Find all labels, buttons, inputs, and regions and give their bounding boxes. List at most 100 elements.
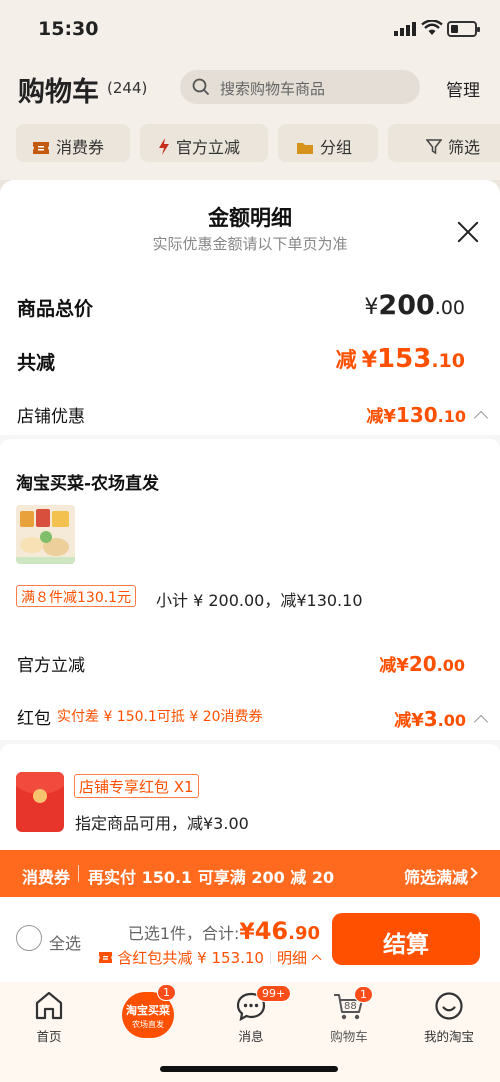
coupon-bar-action[interactable]: 筛选满减	[404, 864, 468, 888]
coupon-bar-divider	[78, 865, 79, 882]
filter-coupon[interactable]: 消费券	[16, 124, 130, 162]
checkout-button[interactable]: 结算	[332, 913, 480, 965]
chevron-right-icon	[466, 867, 478, 879]
official-currency: ¥	[396, 655, 409, 676]
manage-button[interactable]: 管理	[446, 76, 480, 101]
store-discount-currency: ¥	[383, 406, 396, 427]
tab-my-taobao-label: 我的淘宝	[423, 1029, 474, 1044]
shop-card: 淘宝买菜-农场直发 满８件减130.1元 小计 ¥ 200.00，减¥130.1…	[0, 439, 500, 633]
total-price-label: 商品总价	[17, 298, 94, 320]
amount-currency: ¥	[239, 920, 255, 945]
coupon-bar-message: 再实付 150.1 可享满 200 减 20	[88, 868, 335, 887]
filter-coupon-label: 消费券	[56, 138, 105, 157]
chevron-up-icon	[311, 954, 322, 965]
tab-home[interactable]: 首页	[4, 990, 94, 1045]
folder-icon	[297, 143, 313, 154]
tab-messages-label: 消息	[238, 1029, 264, 1044]
store-discount-toggle[interactable]: 减¥130.10	[366, 402, 489, 427]
total-integer: 200	[378, 290, 435, 321]
selected-summary: 已选1件，合计:¥46.90	[128, 917, 320, 945]
discount-currency: ¥	[361, 348, 378, 373]
select-all-label[interactable]: 全选	[49, 930, 81, 954]
sheet-subtitle: 实际优惠金额请以下单页为准	[152, 235, 348, 253]
battery-icon	[447, 21, 480, 37]
center-logo-line2: 农场直发	[132, 1020, 164, 1029]
filter-group[interactable]: 分组	[278, 124, 378, 162]
coupon-bar[interactable]: 消费券 再实付 150.1 可享满 200 减 20 筛选满减	[0, 850, 500, 897]
chevron-up-icon	[473, 410, 489, 426]
filter-filter-label: 筛选	[448, 138, 481, 157]
home-indicator	[160, 1066, 338, 1072]
selected-count-text: 已选1件，合计:	[127, 924, 240, 943]
signal-icon	[394, 22, 416, 36]
redpack-toggle[interactable]: 减¥3.00	[394, 706, 489, 731]
search-icon	[192, 78, 210, 96]
status-time: 15:30	[38, 18, 99, 40]
home-icon	[35, 991, 63, 1020]
center-logo-line1: 淘宝买菜	[126, 1004, 170, 1017]
wifi-icon	[421, 20, 443, 35]
sheet-title: 金额明细	[208, 206, 292, 230]
store-discount-prefix: 减	[366, 407, 384, 427]
store-discount-decimal: .10	[437, 407, 466, 426]
discount-decimal: .10	[431, 350, 465, 372]
redpack-label: 红包	[17, 709, 51, 729]
tab-home-label: 首页	[36, 1029, 62, 1044]
messages-badge: 99+	[256, 985, 292, 1002]
product-thumbnail[interactable]	[16, 505, 75, 564]
tab-cart[interactable]: 88 购物车	[304, 990, 394, 1045]
official-discount-label: 官方立减	[17, 656, 85, 676]
tab-my-taobao[interactable]: 我的淘宝	[404, 990, 494, 1045]
amount-decimal: .90	[288, 923, 320, 944]
redpack-summary[interactable]: 含红包共减 ¥ 153.10 明细	[98, 947, 322, 968]
official-decimal: .00	[436, 656, 465, 675]
redpack-decimal: .00	[437, 711, 466, 730]
subtotal-text: 小计 ¥ 200.00，减¥130.10	[156, 591, 363, 610]
red-packet-icon	[16, 772, 64, 832]
discount-integer: 153	[377, 344, 432, 374]
chevron-up-icon	[473, 714, 489, 730]
promo-tag: 满８件减130.1元	[16, 585, 137, 607]
cart-badge: 1	[354, 986, 373, 1003]
store-discount-details: 淘宝买菜-农场直发 满８件减130.1元 小计 ¥ 200.00，减¥130.1…	[0, 435, 500, 633]
redpack-description: 指定商品可用，减¥3.00	[75, 814, 249, 833]
filter-official-discount[interactable]: 官方立减	[140, 124, 268, 162]
filter-group-label: 分组	[320, 138, 353, 157]
filter-filter[interactable]: 筛选	[388, 124, 500, 162]
store-discount-label: 店铺优惠	[17, 407, 85, 427]
search-placeholder: 搜索购物车商品	[220, 80, 326, 98]
official-integer: 20	[408, 652, 437, 676]
checkout-bar: 全选 已选1件，合计:¥46.90 含红包共减 ¥ 153.10 明细 结算	[0, 897, 500, 982]
search-input[interactable]: 搜索购物车商品	[180, 70, 420, 104]
cart-icon-number: 88	[344, 1001, 357, 1012]
close-icon[interactable]	[456, 220, 480, 244]
total-price-value: ¥200.00	[364, 290, 465, 321]
tab-cart-label: 购物车	[330, 1029, 368, 1044]
official-prefix: 减	[379, 656, 397, 676]
status-bar: 15:30	[0, 0, 500, 60]
detail-link[interactable]: 明细	[277, 949, 307, 967]
redpack-details: 店铺专享红包 X1 指定商品可用，减¥3.00	[0, 740, 500, 860]
page-title: 购物车	[18, 77, 99, 108]
official-discount-value: 减¥20.00	[379, 651, 465, 676]
redpack-currency: ¥	[411, 710, 424, 731]
total-decimal: .00	[434, 297, 465, 319]
redpack-note: 实付差 ¥ 150.1可抵 ¥ 20消费券	[57, 709, 263, 725]
redpack-tag: 店铺专享红包 X1	[74, 774, 199, 798]
discount-prefix: 减	[335, 348, 357, 372]
funnel-icon	[426, 139, 442, 155]
ticket-icon	[33, 142, 49, 154]
profile-smile-icon	[435, 992, 463, 1020]
product-image	[16, 505, 75, 564]
redpack-card: 店铺专享红包 X1 指定商品可用，减¥3.00	[0, 744, 500, 860]
store-discount-integer: 130	[395, 403, 438, 427]
filter-bar: 消费券 官方立减 分组 筛选	[0, 120, 500, 166]
center-badge: 1	[157, 984, 176, 1001]
coupon-bar-label: 消费券	[22, 868, 71, 887]
total-currency: ¥	[364, 295, 379, 320]
total-discount-label: 共减	[17, 352, 56, 374]
redpack-prefix: 减	[394, 711, 412, 731]
select-all-checkbox[interactable]	[16, 925, 42, 951]
lightning-icon	[159, 138, 169, 155]
redpack-total-text: 含红包共减 ¥ 153.10	[117, 949, 264, 967]
